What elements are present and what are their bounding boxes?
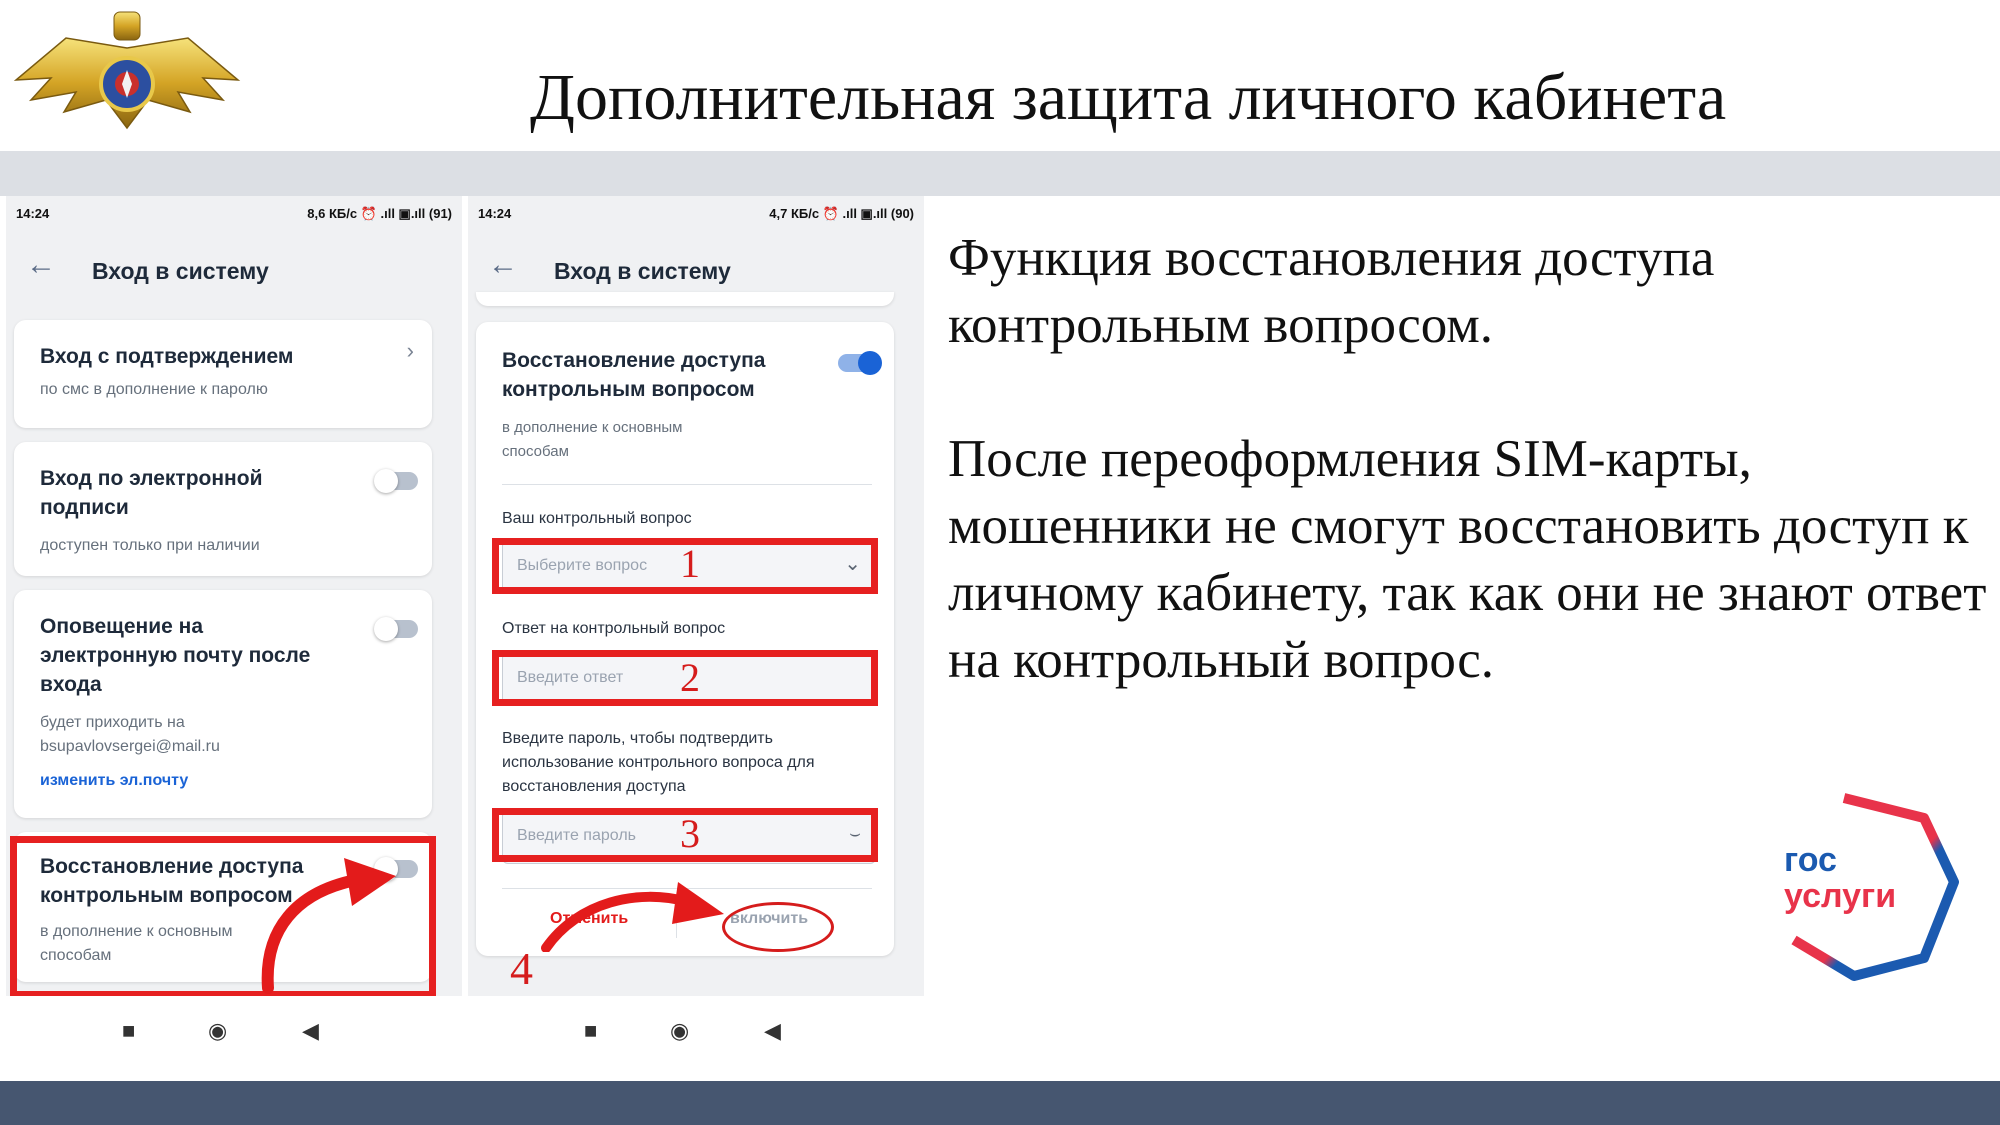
card-title-line: электронную почту после <box>40 644 311 667</box>
card-subtitle-line: способам <box>502 443 569 460</box>
status-bar: 14:24 4,7 КБ/с ⏰ .ıll ▣.ıll (90) <box>468 196 924 234</box>
annotation-number-2: 2 <box>680 655 700 700</box>
back-triangle-icon[interactable]: ◀ <box>764 1018 781 1044</box>
question-label: Ваш контрольный вопрос <box>502 510 692 527</box>
slide: Дополнительная защита личного кабинета 1… <box>0 0 2000 1125</box>
change-email-link[interactable]: изменить эл.почту <box>40 772 188 790</box>
status-bar: 14:24 8,6 КБ/с ⏰ .ıll ▣.ıll (91) <box>6 196 462 234</box>
recents-square-icon[interactable]: ■ <box>122 1018 135 1044</box>
password-label-line: Введите пароль, чтобы подтвердить <box>502 730 773 747</box>
card-subtitle: доступен только при наличии <box>40 537 260 554</box>
phone-screenshot-left: 14:24 8,6 КБ/с ⏰ .ıll ▣.ıll (91) ← Вход … <box>6 196 462 1066</box>
red-arrow-annotation <box>541 882 724 952</box>
email-notification-toggle[interactable] <box>374 617 418 641</box>
home-circle-icon[interactable]: ◉ <box>208 1018 227 1044</box>
annotation-number-4: 4 <box>510 943 533 994</box>
back-arrow-icon[interactable]: ← <box>488 248 518 282</box>
paragraph-explanation: После переоформления SIM-карты, мошенник… <box>948 430 1987 689</box>
card-login-confirmation[interactable]: Вход с подтверждением по смс в дополнени… <box>14 320 432 428</box>
android-nav-bar: ■ ◉ ◀ <box>6 996 462 1066</box>
phone-screenshot-right: 14:24 4,7 КБ/с ⏰ .ıll ▣.ıll (90) ← Вход … <box>468 196 924 1066</box>
status-time: 14:24 <box>16 206 50 221</box>
previous-card-edge <box>476 292 894 306</box>
footer-band <box>0 1081 2000 1125</box>
card-email-address: bsupavlovsergei@mail.ru <box>40 738 220 755</box>
back-arrow-icon[interactable]: ← <box>26 248 56 282</box>
card-title-line: подписи <box>40 496 129 519</box>
divider <box>502 484 872 485</box>
status-time: 14:24 <box>478 206 512 221</box>
card-title-line: контрольным вопросом <box>502 378 755 401</box>
card-email-notification: Оповещение на электронную почту после вх… <box>14 590 432 818</box>
annotation-number-3: 3 <box>680 811 700 856</box>
card-title-line: входа <box>40 673 102 696</box>
paragraph-function: Функция восстановления доступа контрольн… <box>948 229 1715 354</box>
password-label-line: использование контрольного вопроса для <box>502 754 815 771</box>
card-title-line: Вход по электронной <box>40 467 263 490</box>
slide-title: Дополнительная защита личного кабинета <box>530 61 1727 134</box>
chevron-right-icon: › <box>406 338 414 363</box>
card-subtitle-line: в дополнение к основным <box>502 419 683 436</box>
gosuslugi-logo-text-line1: гос <box>1784 841 1837 879</box>
card-title-line: Восстановление доступа <box>502 349 766 372</box>
annotation-number-1: 1 <box>680 541 700 586</box>
body-text: Функция восстановления доступа контрольн… <box>948 225 1988 761</box>
header-divider-band <box>0 151 2000 196</box>
password-label-line: восстановления доступа <box>502 778 686 795</box>
recents-square-icon[interactable]: ■ <box>584 1018 597 1044</box>
card-electronic-signature: Вход по электронной подписи доступен тол… <box>14 442 432 576</box>
app-bar-title: Вход в систему <box>554 258 731 284</box>
app-bar-title: Вход в систему <box>92 258 269 284</box>
red-arrow-annotation <box>261 858 396 994</box>
card-title-line: Оповещение на <box>40 615 204 638</box>
gosuslugi-logo: гос услуги <box>1774 790 1960 982</box>
card-title: Вход с подтверждением <box>40 345 294 368</box>
status-indicators: 8,6 КБ/с ⏰ .ıll ▣.ıll (91) <box>307 206 452 221</box>
android-nav-bar: ■ ◉ ◀ <box>468 996 924 1066</box>
answer-label: Ответ на контрольный вопрос <box>502 620 726 637</box>
home-circle-icon[interactable]: ◉ <box>670 1018 689 1044</box>
card-subtitle-line: будет приходить на <box>40 714 185 731</box>
card-subtitle: по смс в дополнение к паролю <box>40 381 268 398</box>
enable-button-circle-annotation <box>722 902 834 952</box>
signature-toggle[interactable] <box>374 469 418 493</box>
security-question-toggle[interactable] <box>838 351 882 375</box>
app-bar: ← Вход в систему <box>6 234 462 304</box>
gosuslugi-logo-text-line2: услуги <box>1784 877 1897 915</box>
back-triangle-icon[interactable]: ◀ <box>302 1018 319 1044</box>
status-indicators: 4,7 КБ/с ⏰ .ıll ▣.ıll (90) <box>769 206 914 221</box>
